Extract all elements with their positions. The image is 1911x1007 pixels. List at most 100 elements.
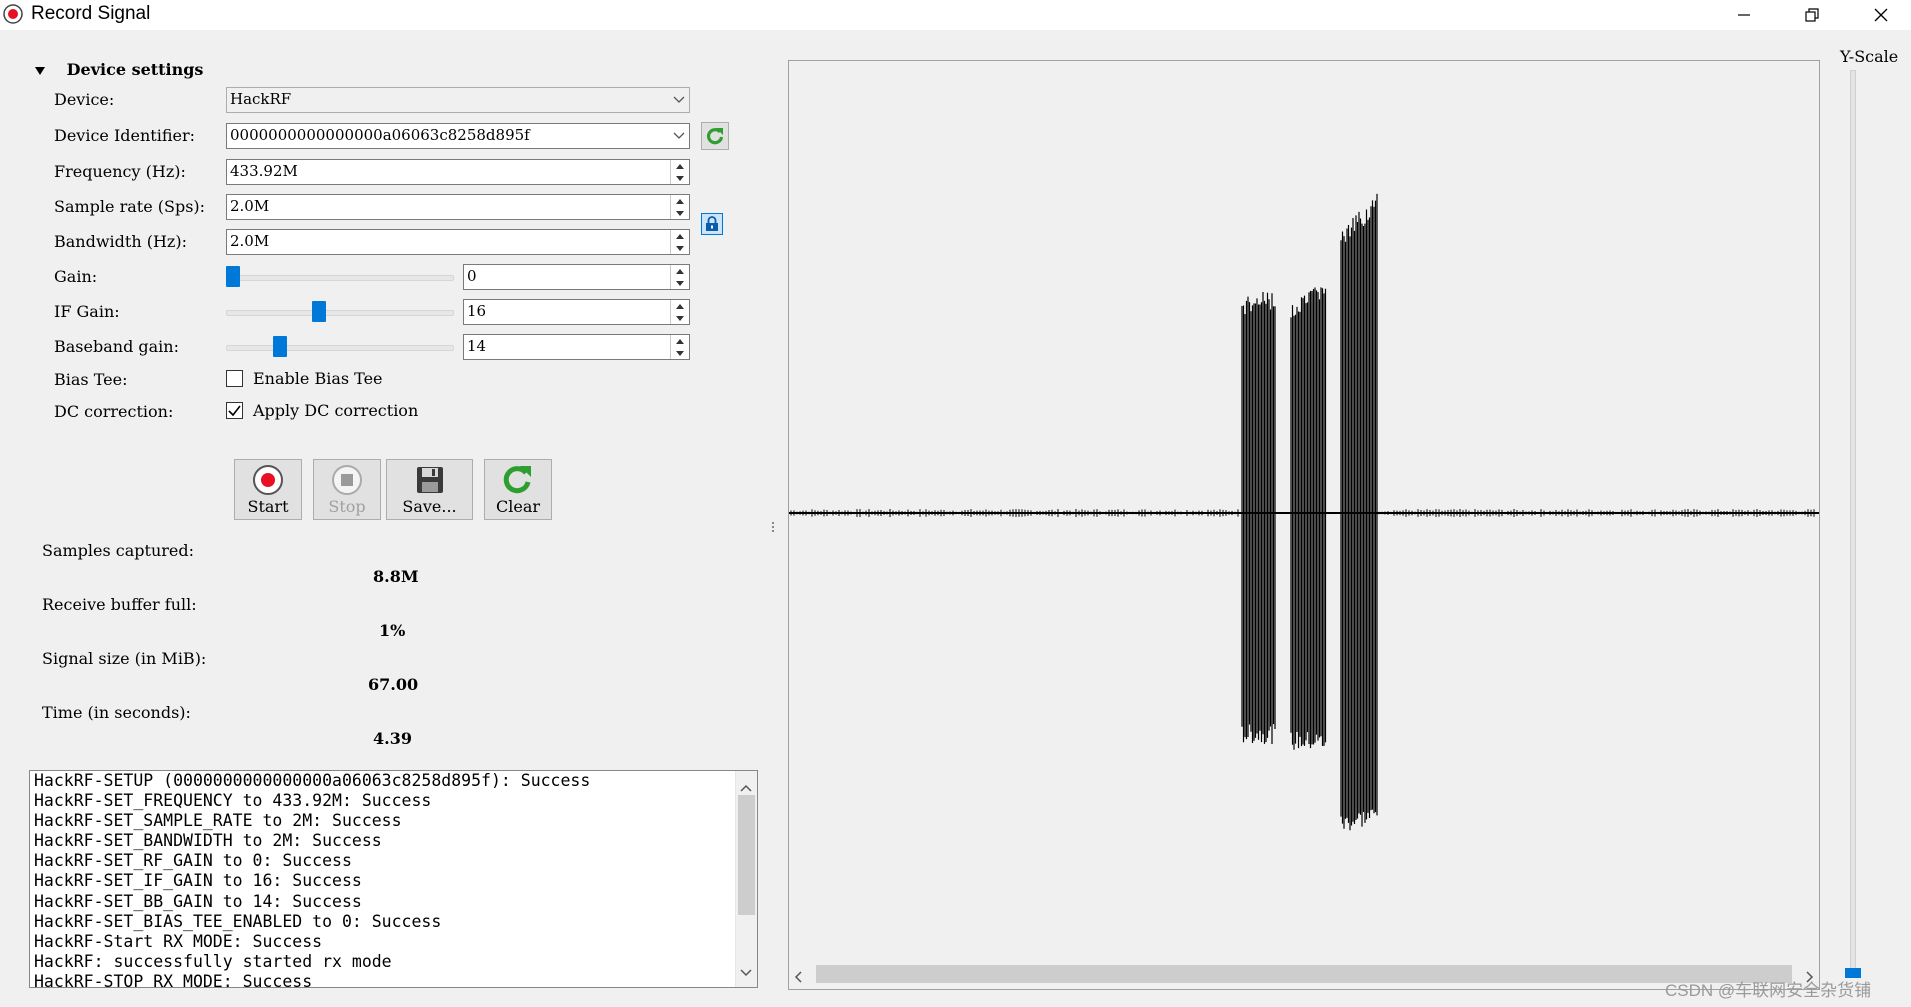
chevron-down-icon <box>669 124 689 148</box>
window-title: Record Signal <box>31 3 151 24</box>
log-line: HackRF-SET_BANDWIDTH to 2M: Success <box>34 831 382 851</box>
watermark: CSDN @车联网安全杂货铺 <box>1665 981 1872 1000</box>
bias-tee-checkbox-label: Enable Bias Tee <box>253 369 383 388</box>
identifier-select-value: 0000000000000000a06063c8258d895f <box>230 126 530 144</box>
samples-captured-label: Samples captured: <box>42 541 195 560</box>
plot-horizontal-scrollbar[interactable] <box>790 962 1818 986</box>
samples-captured-value: 8.8M <box>373 567 419 586</box>
bandwidth-input[interactable]: 2.0M <box>226 229 690 255</box>
horizontal-scroll-thumb[interactable] <box>816 965 1792 983</box>
device-settings-toggle[interactable]: Device settings <box>33 60 203 79</box>
lock-icon <box>706 216 718 231</box>
scroll-left-icon[interactable] <box>794 968 802 987</box>
close-icon <box>1874 8 1888 22</box>
identifier-select[interactable]: 0000000000000000a06063c8258d895f <box>226 123 690 149</box>
bb-gain-slider[interactable] <box>226 334 454 360</box>
floppy-disk-icon <box>416 467 443 493</box>
log-line: HackRF-SET_IF_GAIN to 16: Success <box>34 871 362 891</box>
gain-value: 0 <box>467 267 477 285</box>
frequency-value: 433.92M <box>230 162 298 180</box>
dc-correction-box[interactable] <box>226 402 243 419</box>
spin-down-icon[interactable] <box>671 277 689 289</box>
dc-correction-label: DC correction: <box>54 402 174 421</box>
if-gain-slider[interactable] <box>226 299 454 325</box>
collapse-triangle-icon <box>35 66 45 75</box>
device-settings-header: Device settings <box>66 60 204 79</box>
signal-waveform <box>789 193 1819 831</box>
time-value: 4.39 <box>373 729 412 748</box>
gain-slider[interactable] <box>226 264 454 290</box>
refresh-devices-button[interactable] <box>701 122 729 150</box>
spin-up-icon[interactable] <box>671 230 689 242</box>
save-button[interactable]: Save... <box>386 459 473 520</box>
restore-button[interactable] <box>1782 0 1842 30</box>
restore-icon <box>1805 8 1819 22</box>
slider-thumb[interactable] <box>312 301 326 322</box>
minimize-button[interactable] <box>1714 0 1774 30</box>
refresh-icon <box>707 128 724 145</box>
clear-label: Clear <box>495 497 540 516</box>
device-label: Device: <box>54 90 115 109</box>
log-output[interactable]: HackRF-SETUP (0000000000000000a06063c825… <box>29 770 758 988</box>
log-scrollbar[interactable] <box>735 771 757 987</box>
scroll-down-icon[interactable] <box>740 962 752 981</box>
slider-thumb[interactable] <box>226 266 240 287</box>
if-gain-label: IF Gain: <box>54 302 120 321</box>
if-gain-input[interactable]: 16 <box>463 299 690 325</box>
log-line: HackRF-Start RX MODE: Success <box>34 931 323 951</box>
splitter-handle[interactable] <box>771 518 775 537</box>
time-label: Time (in seconds): <box>42 703 191 722</box>
log-line: HackRF-SET_BIAS_TEE_ENABLED to 0: Succes… <box>34 911 442 931</box>
spin-down-icon[interactable] <box>671 312 689 324</box>
sample-rate-input[interactable]: 2.0M <box>226 194 690 220</box>
link-bandwidth-button[interactable] <box>701 213 723 235</box>
spin-down-icon[interactable] <box>671 242 689 254</box>
minimize-icon <box>1738 14 1750 16</box>
bandwidth-label: Bandwidth (Hz): <box>54 232 187 251</box>
stop-label: Stop <box>328 497 366 516</box>
frequency-label: Frequency (Hz): <box>54 162 186 181</box>
sample-rate-label: Sample rate (Sps): <box>54 197 206 216</box>
signal-size-label: Signal size (in MiB): <box>42 649 207 668</box>
spin-down-icon[interactable] <box>671 347 689 359</box>
frequency-input[interactable]: 433.92M <box>226 159 690 185</box>
scroll-thumb[interactable] <box>738 795 755 915</box>
y-scale-slider[interactable] <box>1845 70 1861 978</box>
gain-input[interactable]: 0 <box>463 264 690 290</box>
close-button[interactable] <box>1851 0 1911 30</box>
log-line: HackRF-STOP_RX_MODE: Success <box>34 971 313 988</box>
dc-correction-checkbox-label: Apply DC correction <box>253 401 419 420</box>
signal-plot[interactable] <box>788 60 1820 990</box>
scroll-up-icon[interactable] <box>740 777 752 796</box>
clear-button[interactable]: Clear <box>484 459 552 520</box>
save-label: Save... <box>402 497 457 516</box>
bb-gain-label: Baseband gain: <box>54 337 179 356</box>
bias-tee-label: Bias Tee: <box>54 370 128 389</box>
log-line: HackRF-SET_RF_GAIN to 0: Success <box>34 851 352 871</box>
log-line: HackRF: successfully started rx mode <box>34 951 392 971</box>
log-lines: HackRF-SETUP (0000000000000000a06063c825… <box>30 771 757 988</box>
record-icon <box>253 465 283 495</box>
if-gain-value: 16 <box>467 302 487 320</box>
slider-thumb[interactable] <box>273 336 287 357</box>
log-line: HackRF-SET_SAMPLE_RATE to 2M: Success <box>34 811 402 831</box>
log-line: HackRF-SET_FREQUENCY to 433.92M: Success <box>34 791 432 811</box>
identifier-label: Device Identifier: <box>54 126 196 145</box>
bias-tee-box[interactable] <box>226 370 243 387</box>
start-button[interactable]: Start <box>234 459 302 520</box>
signal-size-value: 67.00 <box>368 675 419 694</box>
refresh-icon <box>503 466 531 494</box>
spin-up-icon[interactable] <box>671 160 689 172</box>
spin-down-icon[interactable] <box>671 172 689 184</box>
spin-up-icon[interactable] <box>671 195 689 207</box>
chevron-down-icon <box>669 88 689 112</box>
stop-button[interactable]: Stop <box>313 459 381 520</box>
spin-up-icon[interactable] <box>671 265 689 277</box>
bb-gain-input[interactable]: 14 <box>463 334 690 360</box>
spin-up-icon[interactable] <box>671 335 689 347</box>
spin-up-icon[interactable] <box>671 300 689 312</box>
spin-down-icon[interactable] <box>671 207 689 219</box>
device-select[interactable]: HackRF <box>226 87 690 113</box>
log-line: HackRF-SETUP (0000000000000000a06063c825… <box>34 771 591 790</box>
gain-label: Gain: <box>54 267 98 286</box>
